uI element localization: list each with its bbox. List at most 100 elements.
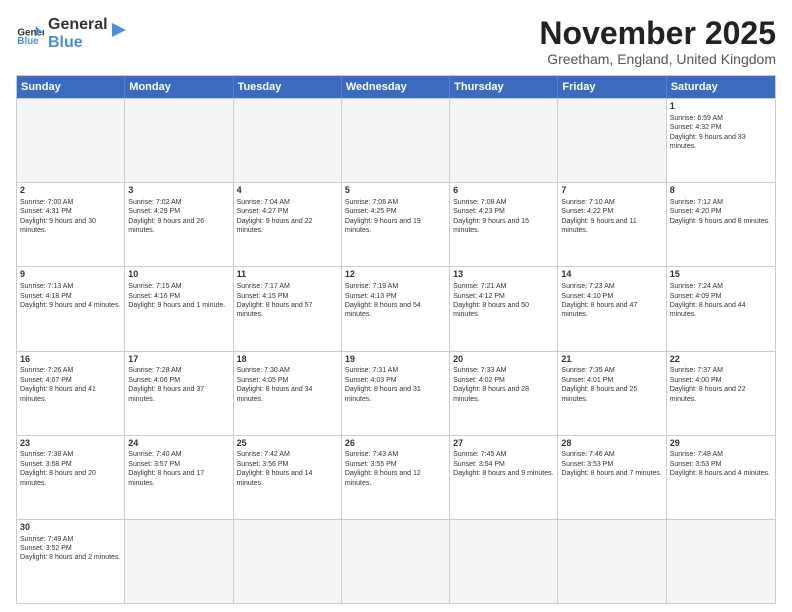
calendar-cell: 8Sunrise: 7:12 AMSunset: 4:20 PMDaylight…	[667, 183, 775, 266]
day-number: 27	[453, 438, 554, 450]
day-number: 16	[20, 354, 121, 366]
day-info: Sunrise: 7:38 AMSunset: 3:58 PMDaylight:…	[20, 450, 121, 488]
day-number: 26	[345, 438, 446, 450]
title-block: November 2025 Greetham, England, United …	[539, 16, 776, 67]
day-info: Sunrise: 7:33 AMSunset: 4:02 PMDaylight:…	[453, 366, 554, 404]
calendar-cell: 3Sunrise: 7:02 AMSunset: 4:29 PMDaylight…	[125, 183, 233, 266]
day-number: 6	[453, 185, 554, 197]
day-number: 4	[237, 185, 338, 197]
day-number: 24	[128, 438, 229, 450]
calendar-row-0: 1Sunrise: 6:59 AMSunset: 4:32 PMDaylight…	[17, 98, 775, 182]
day-info: Sunrise: 7:31 AMSunset: 4:03 PMDaylight:…	[345, 366, 446, 404]
day-info: Sunrise: 7:30 AMSunset: 4:05 PMDaylight:…	[237, 366, 338, 404]
logo: General Blue General Blue	[16, 16, 130, 51]
day-info: Sunrise: 7:12 AMSunset: 4:20 PMDaylight:…	[670, 198, 772, 226]
day-info: Sunrise: 7:42 AMSunset: 3:56 PMDaylight:…	[237, 450, 338, 488]
col-tuesday: Tuesday	[234, 76, 342, 98]
day-info: Sunrise: 7:26 AMSunset: 4:07 PMDaylight:…	[20, 366, 121, 404]
calendar-cell: 25Sunrise: 7:42 AMSunset: 3:56 PMDayligh…	[234, 436, 342, 519]
calendar-cell: 18Sunrise: 7:30 AMSunset: 4:05 PMDayligh…	[234, 352, 342, 435]
svg-text:Blue: Blue	[17, 35, 39, 46]
calendar-cell: 9Sunrise: 7:13 AMSunset: 4:18 PMDaylight…	[17, 267, 125, 350]
calendar-cell: 13Sunrise: 7:21 AMSunset: 4:12 PMDayligh…	[450, 267, 558, 350]
calendar-cell: 15Sunrise: 7:24 AMSunset: 4:09 PMDayligh…	[667, 267, 775, 350]
calendar-cell	[234, 520, 342, 603]
day-number: 12	[345, 269, 446, 281]
day-info: Sunrise: 7:23 AMSunset: 4:10 PMDaylight:…	[561, 282, 662, 320]
calendar-cell	[342, 99, 450, 182]
day-number: 8	[670, 185, 772, 197]
day-number: 3	[128, 185, 229, 197]
col-wednesday: Wednesday	[342, 76, 450, 98]
day-info: Sunrise: 7:21 AMSunset: 4:12 PMDaylight:…	[453, 282, 554, 320]
calendar-cell: 17Sunrise: 7:28 AMSunset: 4:06 PMDayligh…	[125, 352, 233, 435]
calendar-cell: 30Sunrise: 7:49 AMSunset: 3:52 PMDayligh…	[17, 520, 125, 603]
calendar-cell: 11Sunrise: 7:17 AMSunset: 4:15 PMDayligh…	[234, 267, 342, 350]
day-info: Sunrise: 7:02 AMSunset: 4:29 PMDaylight:…	[128, 198, 229, 236]
day-info: Sunrise: 7:04 AMSunset: 4:27 PMDaylight:…	[237, 198, 338, 236]
calendar-cell: 19Sunrise: 7:31 AMSunset: 4:03 PMDayligh…	[342, 352, 450, 435]
day-number: 14	[561, 269, 662, 281]
day-info: Sunrise: 7:00 AMSunset: 4:31 PMDaylight:…	[20, 198, 121, 236]
calendar-cell	[667, 520, 775, 603]
day-number: 10	[128, 269, 229, 281]
day-info: Sunrise: 7:10 AMSunset: 4:22 PMDaylight:…	[561, 198, 662, 236]
day-info: Sunrise: 7:46 AMSunset: 3:53 PMDaylight:…	[561, 450, 662, 478]
calendar-cell: 12Sunrise: 7:19 AMSunset: 4:13 PMDayligh…	[342, 267, 450, 350]
day-number: 25	[237, 438, 338, 450]
page: General Blue General Blue November 2025 …	[0, 0, 792, 612]
day-number: 23	[20, 438, 121, 450]
day-info: Sunrise: 7:43 AMSunset: 3:55 PMDaylight:…	[345, 450, 446, 488]
calendar-cell: 27Sunrise: 7:45 AMSunset: 3:54 PMDayligh…	[450, 436, 558, 519]
calendar-header: Sunday Monday Tuesday Wednesday Thursday…	[17, 76, 775, 98]
day-info: Sunrise: 7:06 AMSunset: 4:25 PMDaylight:…	[345, 198, 446, 236]
calendar-cell: 14Sunrise: 7:23 AMSunset: 4:10 PMDayligh…	[558, 267, 666, 350]
day-info: Sunrise: 7:24 AMSunset: 4:09 PMDaylight:…	[670, 282, 772, 320]
calendar-cell: 29Sunrise: 7:48 AMSunset: 3:53 PMDayligh…	[667, 436, 775, 519]
day-number: 15	[670, 269, 772, 281]
day-info: Sunrise: 7:15 AMSunset: 4:16 PMDaylight:…	[128, 282, 229, 310]
calendar-cell	[558, 99, 666, 182]
col-monday: Monday	[125, 76, 233, 98]
calendar-cell: 4Sunrise: 7:04 AMSunset: 4:27 PMDaylight…	[234, 183, 342, 266]
calendar: Sunday Monday Tuesday Wednesday Thursday…	[16, 75, 776, 604]
calendar-cell: 26Sunrise: 7:43 AMSunset: 3:55 PMDayligh…	[342, 436, 450, 519]
day-number: 21	[561, 354, 662, 366]
logo-chevron-icon	[108, 19, 130, 41]
day-info: Sunrise: 7:45 AMSunset: 3:54 PMDaylight:…	[453, 450, 554, 478]
calendar-cell: 28Sunrise: 7:46 AMSunset: 3:53 PMDayligh…	[558, 436, 666, 519]
calendar-row-3: 16Sunrise: 7:26 AMSunset: 4:07 PMDayligh…	[17, 351, 775, 435]
day-info: Sunrise: 7:37 AMSunset: 4:00 PMDaylight:…	[670, 366, 772, 404]
calendar-body: 1Sunrise: 6:59 AMSunset: 4:32 PMDaylight…	[17, 98, 775, 603]
day-number: 2	[20, 185, 121, 197]
day-number: 13	[453, 269, 554, 281]
subtitle: Greetham, England, United Kingdom	[539, 51, 776, 67]
calendar-row-2: 9Sunrise: 7:13 AMSunset: 4:18 PMDaylight…	[17, 266, 775, 350]
day-number: 9	[20, 269, 121, 281]
col-friday: Friday	[558, 76, 666, 98]
calendar-cell	[450, 520, 558, 603]
calendar-cell	[125, 520, 233, 603]
day-info: Sunrise: 7:48 AMSunset: 3:53 PMDaylight:…	[670, 450, 772, 478]
logo-icon: General Blue	[16, 20, 44, 48]
day-info: Sunrise: 7:40 AMSunset: 3:57 PMDaylight:…	[128, 450, 229, 488]
calendar-cell	[17, 99, 125, 182]
calendar-cell: 10Sunrise: 7:15 AMSunset: 4:16 PMDayligh…	[125, 267, 233, 350]
day-number: 22	[670, 354, 772, 366]
calendar-cell: 2Sunrise: 7:00 AMSunset: 4:31 PMDaylight…	[17, 183, 125, 266]
day-number: 7	[561, 185, 662, 197]
calendar-cell	[558, 520, 666, 603]
calendar-cell: 1Sunrise: 6:59 AMSunset: 4:32 PMDaylight…	[667, 99, 775, 182]
calendar-cell: 7Sunrise: 7:10 AMSunset: 4:22 PMDaylight…	[558, 183, 666, 266]
logo-general: General	[48, 16, 108, 34]
day-info: Sunrise: 7:35 AMSunset: 4:01 PMDaylight:…	[561, 366, 662, 404]
calendar-cell: 23Sunrise: 7:38 AMSunset: 3:58 PMDayligh…	[17, 436, 125, 519]
calendar-cell	[342, 520, 450, 603]
calendar-row-4: 23Sunrise: 7:38 AMSunset: 3:58 PMDayligh…	[17, 435, 775, 519]
day-info: Sunrise: 6:59 AMSunset: 4:32 PMDaylight:…	[670, 114, 772, 152]
calendar-cell: 16Sunrise: 7:26 AMSunset: 4:07 PMDayligh…	[17, 352, 125, 435]
day-info: Sunrise: 7:28 AMSunset: 4:06 PMDaylight:…	[128, 366, 229, 404]
logo-blue: Blue	[48, 34, 108, 52]
day-number: 11	[237, 269, 338, 281]
day-info: Sunrise: 7:49 AMSunset: 3:52 PMDaylight:…	[20, 535, 121, 563]
